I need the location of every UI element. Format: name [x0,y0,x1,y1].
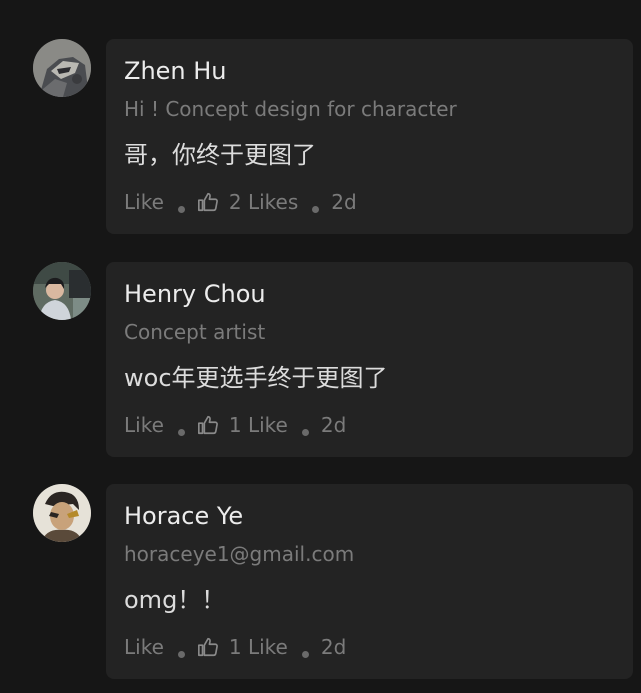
likes-count[interactable]: 1 Like [229,635,288,659]
likes-count[interactable]: 1 Like [229,413,288,437]
like-button[interactable]: Like [124,413,164,437]
commenter-name[interactable]: Henry Chou [124,280,266,308]
separator-dot [177,650,185,658]
avatar[interactable] [33,262,91,320]
thumbs-up-icon[interactable] [197,414,219,436]
comment-body: woc年更选手终于更图了 [124,364,388,392]
thumbs-up-icon[interactable] [197,191,219,213]
like-button[interactable]: Like [124,190,164,214]
comment-time: 2d [331,190,357,214]
armored-robot-avatar-icon [33,39,91,97]
separator-dot [301,428,309,436]
separator-dot [312,205,320,213]
commenter-headline: Concept artist [124,320,266,344]
avatar[interactable] [33,39,91,97]
commenter-headline: Hi ! Concept design for character [124,97,457,121]
comment-body: 哥，你终于更图了 [124,141,316,169]
comment-time: 2d [320,635,347,659]
comment-card: Henry Chou Concept artist woc年更选手终于更图了 L… [106,262,633,457]
comment-actions: Like 1 Like 2d [124,410,346,440]
commenter-name[interactable]: Horace Ye [124,502,243,530]
comment-card: Horace Ye horaceye1@gmail.com omg！！ Like… [106,484,633,679]
comment-actions: Like 1 Like 2d [124,632,346,662]
separator-dot [301,650,309,658]
comment-time: 2d [320,413,347,437]
separator-dot [177,428,185,436]
person-outdoor-avatar-icon [33,262,91,320]
comment-card: Zhen Hu Hi ! Concept design for characte… [106,39,633,234]
illustrated-warrior-avatar-icon [33,484,91,542]
comment-body: omg！！ [124,586,226,614]
likes-count[interactable]: 2 Likes [229,190,298,214]
commenter-name[interactable]: Zhen Hu [124,57,227,85]
comment-actions: Like 2 Likes 2d [124,187,357,217]
like-button[interactable]: Like [124,635,164,659]
separator-dot [177,205,185,213]
thumbs-up-icon[interactable] [197,636,219,658]
avatar[interactable] [33,484,91,542]
commenter-headline: horaceye1@gmail.com [124,542,355,566]
